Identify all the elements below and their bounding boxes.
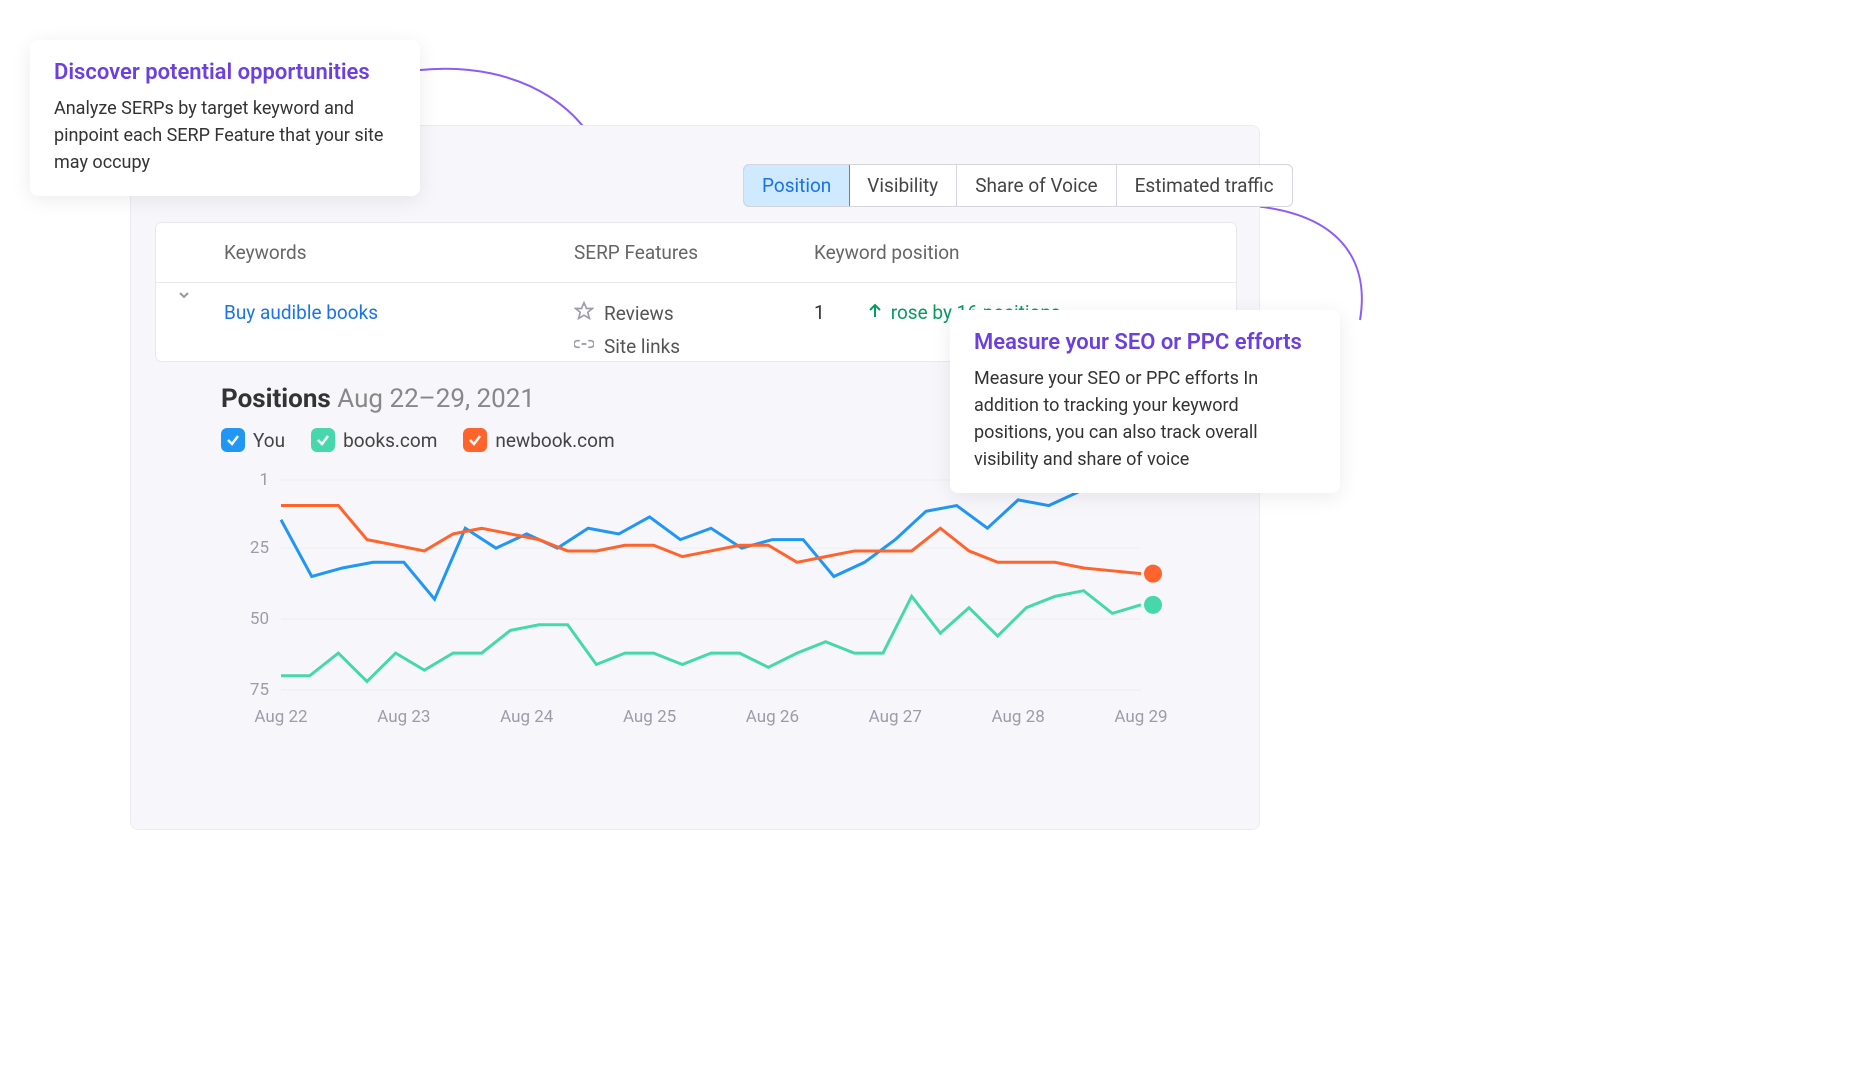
callout-body: Analyze SERPs by target keyword and pinp… bbox=[54, 95, 396, 176]
th-keyword-position: Keyword position bbox=[792, 223, 1236, 282]
tab-estimated-traffic[interactable]: Estimated traffic bbox=[1117, 165, 1292, 206]
checkbox-icon bbox=[463, 428, 487, 452]
svg-text:Aug 29: Aug 29 bbox=[1114, 707, 1167, 727]
arrow-up-icon bbox=[867, 301, 883, 324]
callout-title: Measure your SEO or PPC efforts bbox=[974, 330, 1316, 355]
keyword-link[interactable]: Buy audible books bbox=[224, 301, 378, 324]
legend-label: You bbox=[253, 429, 285, 452]
legend-you[interactable]: You bbox=[221, 428, 285, 452]
serp-feature-sitelinks: Site links bbox=[574, 334, 770, 359]
table-header: Keywords SERP Features Keyword position bbox=[156, 223, 1236, 283]
cell-serp-features: Reviews Site links bbox=[552, 283, 792, 377]
svg-text:75: 75 bbox=[250, 680, 269, 700]
position-value: 1 bbox=[814, 301, 825, 324]
svg-text:25: 25 bbox=[250, 538, 269, 558]
svg-text:Aug 28: Aug 28 bbox=[992, 707, 1045, 727]
svg-text:1: 1 bbox=[259, 470, 269, 490]
legend-newbook[interactable]: newbook.com bbox=[463, 428, 614, 452]
svg-text:Aug 22: Aug 22 bbox=[254, 707, 307, 727]
callout-opportunities: Discover potential opportunities Analyze… bbox=[30, 40, 420, 196]
metric-tabs: Position Visibility Share of Voice Estim… bbox=[743, 164, 1293, 207]
serp-feature-label: Reviews bbox=[604, 302, 674, 325]
svg-text:Aug 27: Aug 27 bbox=[869, 707, 922, 727]
th-serp-features: SERP Features bbox=[552, 223, 792, 282]
callout-body: Measure your SEO or PPC efforts In addit… bbox=[974, 365, 1316, 473]
star-icon bbox=[574, 301, 594, 326]
serp-feature-label: Site links bbox=[604, 335, 680, 358]
link-icon bbox=[574, 334, 594, 359]
callout-title: Discover potential opportunities bbox=[54, 60, 396, 85]
svg-text:Aug 24: Aug 24 bbox=[500, 707, 554, 727]
checkbox-icon bbox=[311, 428, 335, 452]
checkbox-icon bbox=[221, 428, 245, 452]
svg-text:Aug 26: Aug 26 bbox=[746, 707, 799, 727]
th-keywords: Keywords bbox=[156, 223, 552, 282]
positions-chart: 1 25 50 75 Aug 22 Aug 23 Aug 24 Aug 25 Aug 26 Aug… bbox=[221, 470, 1181, 730]
tab-visibility[interactable]: Visibility bbox=[849, 165, 957, 206]
svg-text:50: 50 bbox=[250, 609, 269, 629]
tab-share-of-voice[interactable]: Share of Voice bbox=[957, 165, 1116, 206]
legend-label: newbook.com bbox=[495, 429, 614, 452]
svg-text:Aug 23: Aug 23 bbox=[377, 707, 430, 727]
legend-label: books.com bbox=[343, 429, 437, 452]
svg-text:Aug 25: Aug 25 bbox=[623, 707, 676, 727]
tab-position[interactable]: Position bbox=[743, 164, 850, 207]
cell-keyword: Buy audible books bbox=[156, 283, 552, 342]
legend-books[interactable]: books.com bbox=[311, 428, 437, 452]
callout-measure: Measure your SEO or PPC efforts Measure … bbox=[950, 310, 1340, 493]
serp-feature-reviews: Reviews bbox=[574, 301, 770, 326]
expand-row-icon[interactable] bbox=[176, 287, 192, 307]
